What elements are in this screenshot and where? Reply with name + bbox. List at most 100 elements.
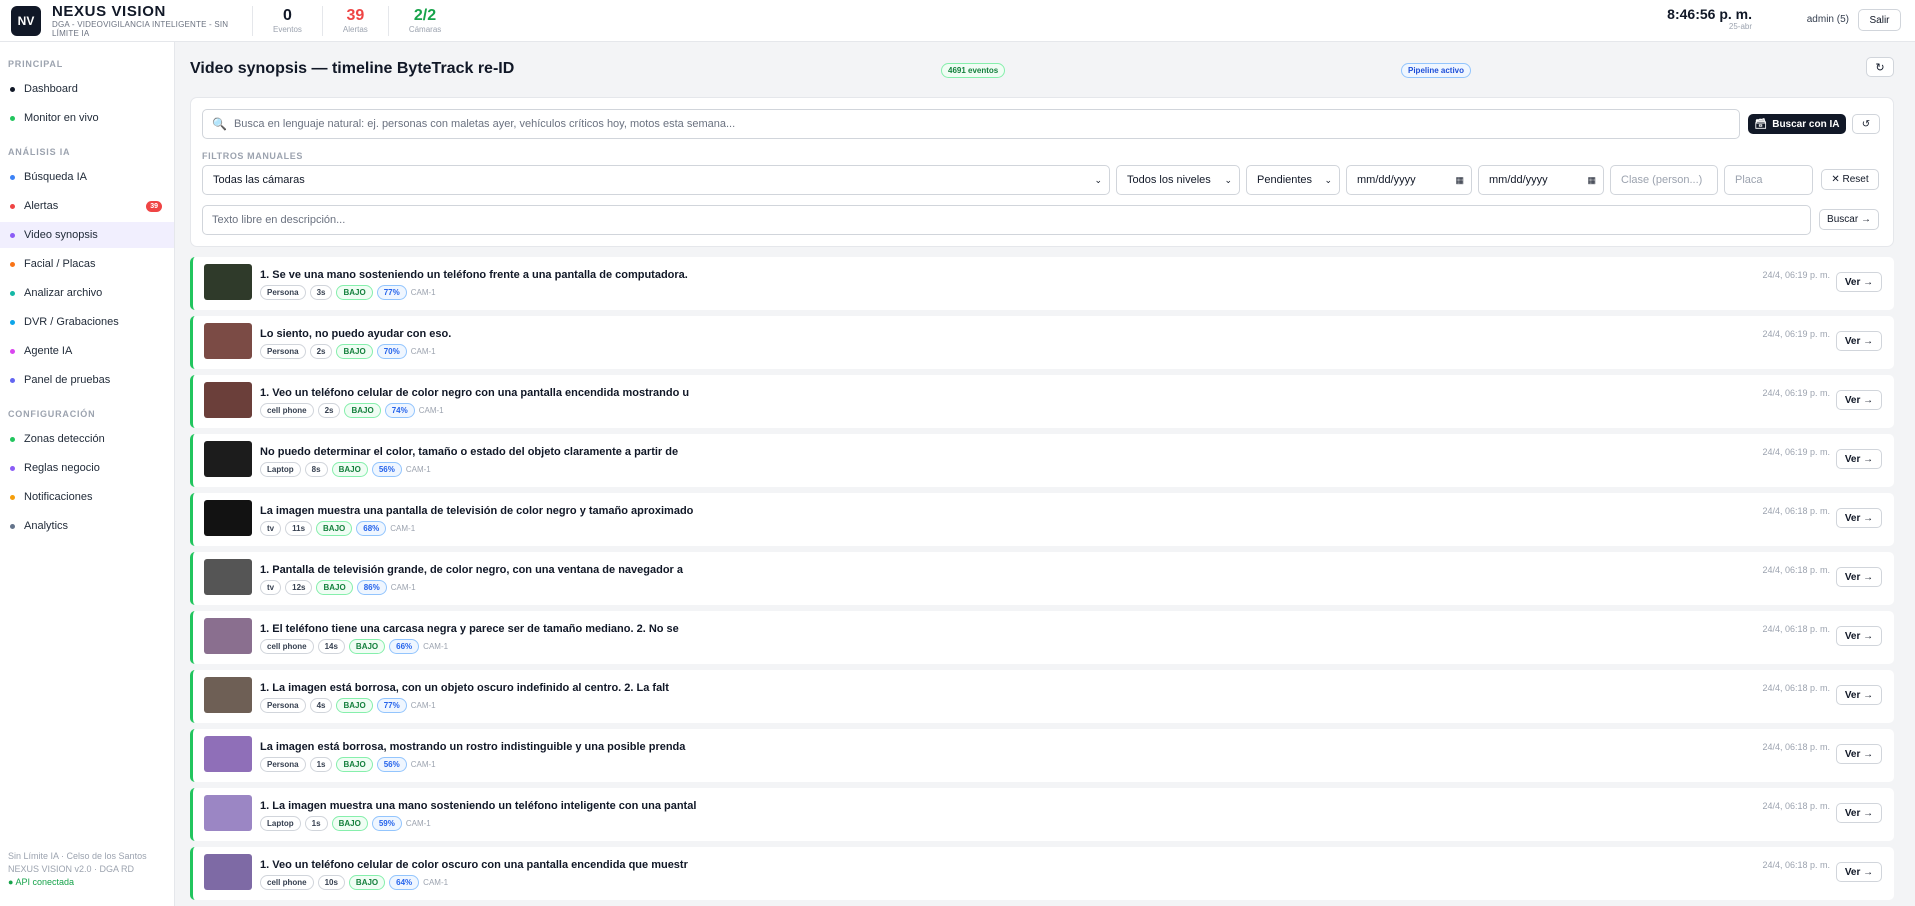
event-thumbnail [204,500,252,536]
view-event-button[interactable]: Ver → [1836,744,1882,764]
event-tags: Persona 4s BAJO 77% CAM-1 [260,698,436,713]
class-tag: tv [260,580,282,595]
event-row[interactable]: No puedo determinar el color, tamaño o e… [190,434,1894,487]
ai-search-input[interactable]: 🔍 Busca en lenguaje natural: ej. persona… [202,109,1740,139]
class-tag: Laptop [260,462,301,477]
sidebar-item-panel-pruebas[interactable]: Panel de pruebas [0,367,174,393]
logout-button[interactable]: Salir [1858,9,1901,31]
event-row[interactable]: La imagen muestra una pantalla de televi… [190,493,1894,546]
clear-search-button[interactable]: ↺ [1852,114,1880,134]
date-to-input[interactable]: mm/dd/yyyy ▦ [1478,165,1604,195]
event-row[interactable]: 1. La imagen muestra una mano sosteniend… [190,788,1894,841]
risk-tag: BAJO [316,580,353,595]
event-timestamp: 24/4, 06:19 p. m. [1762,329,1830,339]
event-timestamp: 24/4, 06:18 p. m. [1762,801,1830,811]
stat-value: 0 [283,6,292,24]
sidebar-item-zonas[interactable]: Zonas detección [0,426,174,452]
event-timestamp: 24/4, 06:18 p. m. [1762,565,1830,575]
clock-date: 25-abr [1728,22,1752,31]
sidebar-item-facial-placas[interactable]: Facial / Placas [0,251,174,277]
sidebar-item-notificaciones[interactable]: Notificaciones [0,484,174,510]
event-row[interactable]: 1. Pantalla de televisión grande, de col… [190,552,1894,605]
sidebar-item-dvr[interactable]: DVR / Grabaciones [0,309,174,335]
event-row[interactable]: 1. El teléfono tiene una carcasa negra y… [190,611,1894,664]
sidebar-item-analytics[interactable]: Analytics [0,513,174,539]
class-tag: Persona [260,698,306,713]
events-count-badge: 4691 eventos [941,63,1006,78]
event-row[interactable]: 1. La imagen está borrosa, con un objeto… [190,670,1894,723]
event-timestamp: 24/4, 06:18 p. m. [1762,506,1830,516]
sidebar-item-dashboard[interactable]: Dashboard [0,76,174,102]
view-event-button[interactable]: Ver → [1836,626,1882,646]
sidebar-item-video-synopsis[interactable]: Video synopsis [0,222,174,248]
sidebar-footer: Sin Límite IA · Celso de los Santos NEXU… [8,850,147,889]
level-select[interactable]: Todos los niveles ⌄ [1116,165,1240,195]
risk-tag: BAJO [344,403,381,418]
date-value: mm/dd/yyyy [1489,174,1548,186]
search-button[interactable]: Buscar → [1819,209,1879,230]
sidebar-item-label: Facial / Placas [24,258,96,270]
dot-icon [10,290,15,296]
event-timestamp: 24/4, 06:18 p. m. [1762,624,1830,634]
event-row[interactable]: Lo siento, no puedo ayudar con eso. Perso… [190,316,1894,369]
camera-label: CAM-1 [410,701,436,710]
event-tags: Laptop 1s BAJO 59% CAM-1 [260,816,431,831]
view-event-button[interactable]: Ver → [1836,862,1882,882]
camera-label: CAM-1 [418,406,444,415]
duration-tag: 3s [309,285,333,300]
event-description: 1. La imagen muestra una mano sosteniend… [260,800,697,812]
view-event-button[interactable]: Ver → [1836,508,1882,528]
brand-name: NEXUS VISION [52,2,166,20]
confidence-tag: 56% [376,757,407,772]
page-title: Video synopsis — timeline ByteTrack re-I… [190,60,515,77]
sidebar-item-label: DVR / Grabaciones [24,316,119,328]
class-tag: tv [260,521,282,536]
duration-tag: 1s [304,816,328,831]
event-row[interactable]: 1. Veo un teléfono celular de color oscu… [190,847,1894,900]
sidebar-item-reglas[interactable]: Reglas negocio [0,455,174,481]
date-from-input[interactable]: mm/dd/yyyy ▦ [1346,165,1472,195]
confidence-tag: 59% [371,816,402,831]
sidebar-item-analizar-archivo[interactable]: Analizar archivo [0,280,174,306]
refresh-button[interactable]: ↻ [1866,57,1894,77]
class-input[interactable]: Clase (person...) [1610,165,1718,195]
plate-input[interactable]: Placa [1724,165,1813,195]
sidebar-item-busqueda[interactable]: Búsqueda IA [0,164,174,190]
event-tags: Persona 1s BAJO 56% CAM-1 [260,757,436,772]
top-bar: NV NEXUS VISION DGA - VIDEOVIGILANCIA IN… [0,0,1915,42]
button-label: Buscar con IA [1772,118,1840,130]
camera-label: CAM-1 [410,288,436,297]
filter-panel: 🔍 Busca en lenguaje natural: ej. persona… [190,97,1894,247]
duration-tag: 10s [317,875,345,890]
view-event-button[interactable]: Ver → [1836,567,1882,587]
stat-label: Cámaras [408,24,442,34]
search-with-ai-button[interactable]: 🗃 Buscar con IA [1748,114,1846,134]
free-text-input[interactable]: Texto libre en descripción... [202,205,1811,235]
input-placeholder: Clase (person...) [1621,174,1703,186]
event-thumbnail [204,677,252,713]
camera-label: CAM-1 [405,819,431,828]
camera-select[interactable]: Todas las cámaras ⌄ [202,165,1110,195]
api-status: ● API conectada [8,877,74,887]
event-tags: cell phone 2s BAJO 74% CAM-1 [260,403,444,418]
stat-alertas: 39 Alertas [321,5,388,36]
view-event-button[interactable]: Ver → [1836,803,1882,823]
sidebar-item-monitor[interactable]: Monitor en vivo [0,105,174,131]
duration-tag: 14s [317,639,345,654]
status-select[interactable]: Pendientes ⌄ [1246,165,1340,195]
stat-label: Alertas [342,24,368,34]
duration-tag: 11s [285,521,313,536]
reset-filters-button[interactable]: ✕ Reset [1821,169,1879,190]
event-row[interactable]: 1. Se ve una mano sosteniendo un teléfon… [190,257,1894,310]
event-row[interactable]: La imagen está borrosa, mostrando un ros… [190,729,1894,782]
view-event-button[interactable]: Ver → [1836,685,1882,705]
confidence-tag: 86% [356,580,387,595]
sidebar-item-agente-ia[interactable]: Agente IA [0,338,174,364]
view-event-button[interactable]: Ver → [1836,449,1882,469]
event-row[interactable]: 1. Veo un teléfono celular de color negr… [190,375,1894,428]
view-event-button[interactable]: Ver → [1836,331,1882,351]
sidebar-item-label: Notificaciones [24,491,93,503]
view-event-button[interactable]: Ver → [1836,272,1882,292]
sidebar-item-alertas[interactable]: Alertas 39 [0,193,174,219]
view-event-button[interactable]: Ver → [1836,390,1882,410]
